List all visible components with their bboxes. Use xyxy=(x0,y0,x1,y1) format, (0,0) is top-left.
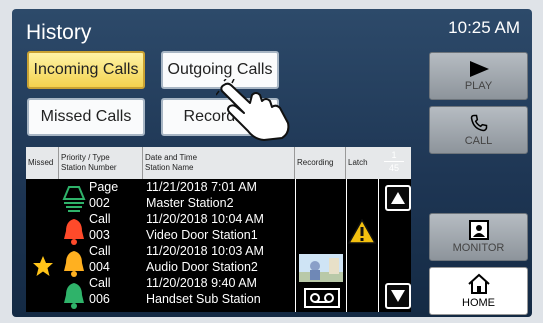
chevron-down-icon xyxy=(391,290,405,302)
home-button[interactable]: HOME xyxy=(429,267,528,315)
scroll-down-button[interactable] xyxy=(385,283,411,309)
phone-icon xyxy=(470,114,487,132)
home-label: HOME xyxy=(462,297,495,309)
list-item[interactable]: Page 002 xyxy=(89,180,118,211)
tape-icon[interactable] xyxy=(304,288,340,308)
list-item[interactable]: 11/21/2018 7:01 AM Master Station2 xyxy=(146,180,257,211)
header-latch: Latch xyxy=(348,158,368,167)
list-item[interactable]: 11/20/2018 10:03 AM Audio Door Station2 xyxy=(146,244,264,275)
monitor-label: MONITOR xyxy=(452,242,505,254)
list-item[interactable]: Call 003 xyxy=(89,212,111,243)
play-icon xyxy=(469,61,489,77)
tab-missed-calls[interactable]: Missed Calls xyxy=(27,98,145,136)
header-priority-type: Priority / Type Station Number xyxy=(59,147,143,179)
column-divider xyxy=(295,179,296,312)
column-divider xyxy=(378,179,379,312)
page-indicator: 1 45 xyxy=(380,150,408,173)
monitor-icon xyxy=(468,220,489,240)
page-title: History xyxy=(26,21,92,44)
tab-incoming-calls[interactable]: Incoming Calls xyxy=(27,51,145,89)
clock: 10:25 AM xyxy=(448,18,520,37)
column-divider xyxy=(346,179,347,312)
pointing-hand-icon xyxy=(216,79,290,141)
star-icon xyxy=(33,256,53,276)
list-item[interactable]: Call 004 xyxy=(89,244,111,275)
list-item[interactable]: 11/20/2018 9:40 AM Handset Sub Station xyxy=(146,276,261,307)
bell-icon xyxy=(64,283,84,309)
call-label: CALL xyxy=(464,135,493,147)
monitor-button[interactable]: MONITOR xyxy=(429,213,528,261)
header-date-time: Date and Time Station Name xyxy=(143,147,295,179)
header-recording: Recording xyxy=(295,147,346,179)
header-missed: Missed xyxy=(26,147,59,179)
scroll-up-button[interactable] xyxy=(385,185,411,211)
play-button[interactable]: PLAY xyxy=(429,52,528,100)
home-icon xyxy=(467,273,490,294)
chevron-up-icon xyxy=(391,192,405,204)
history-screen: History 10:25 AM Incoming Calls Outgoing… xyxy=(12,9,532,317)
page-speaker-icon xyxy=(62,186,86,212)
table-header: Missed Priority / Type Station Number Da… xyxy=(26,147,411,179)
call-button[interactable]: CALL xyxy=(429,106,528,154)
play-label: PLAY xyxy=(464,80,493,92)
video-thumbnail[interactable] xyxy=(299,254,343,282)
list-item[interactable]: 11/20/2018 10:04 AM Video Door Station1 xyxy=(146,212,264,243)
list-item[interactable]: Call 006 xyxy=(89,276,111,307)
warning-icon xyxy=(348,219,376,244)
history-table: Missed Priority / Type Station Number Da… xyxy=(26,147,411,312)
bell-icon xyxy=(64,251,84,277)
bell-icon xyxy=(64,219,84,245)
